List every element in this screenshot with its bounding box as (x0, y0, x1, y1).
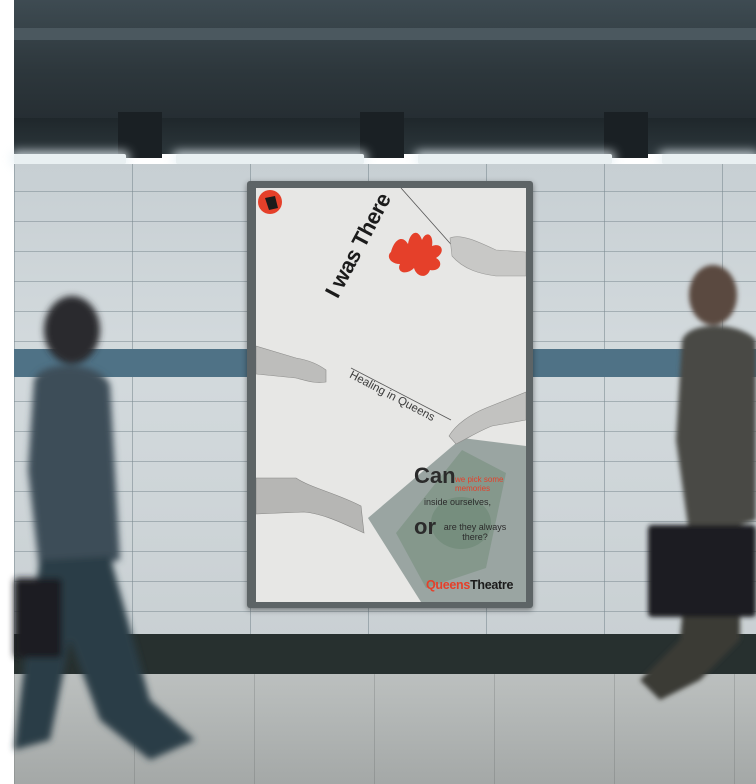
walking-person-right (640, 265, 756, 700)
walking-person-left (14, 296, 195, 760)
commuters-layer (14, 265, 756, 760)
subway-scene: I was There Healing in Queens Can we pic… (0, 0, 756, 784)
